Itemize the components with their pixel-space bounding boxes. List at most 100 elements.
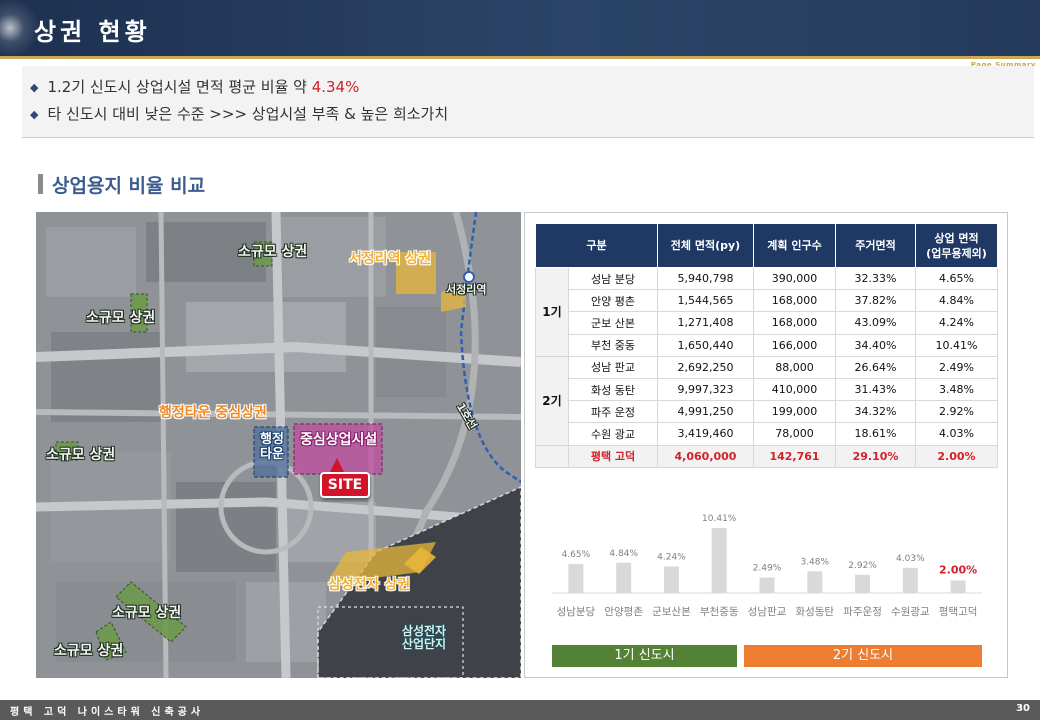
table-cell: 4.84%: [915, 289, 998, 313]
table-cell: 18.61%: [835, 422, 916, 446]
chart-data-label: 2.49%: [753, 563, 782, 573]
table-cell: 3,419,460: [657, 422, 754, 446]
chart-category-label: 성남분당: [557, 606, 596, 618]
map-label-samsung-complex: 삼성전자 산업단지: [401, 624, 447, 651]
footer-project-name: 평택 고덕 나이스타워 신축공사: [10, 707, 205, 718]
table-cell: 9,997,323: [657, 377, 754, 402]
chart-bar: [807, 571, 823, 593]
chart-data-label: 2.00%: [939, 564, 977, 577]
comparison-panel: 구분 전체 면적(py) 계획 인구수 주거면적 상업 면적 (업무용제외) 1기…: [524, 212, 1008, 678]
table-cell: 1,271,408: [657, 311, 754, 335]
table-cell: 410,000: [753, 377, 836, 402]
chart-category-label: 성남판교: [748, 606, 787, 618]
map-label-small-area-3: 소규모 상권: [46, 447, 116, 463]
map-label-haengjeong-center: 행정타운 중심상권: [159, 405, 267, 421]
map-label-haengjeong-town: 행정 타운: [260, 432, 284, 462]
diamond-bullet-icon: ◆: [30, 108, 39, 121]
summary-line-1: ◆ 1.2기 신도시 상업시설 면적 평균 비율 약 4.34%: [30, 76, 359, 97]
chart-data-label: 10.41%: [702, 514, 737, 524]
chart-category-label: 안양평촌: [604, 606, 643, 618]
table-cell: 166,000: [753, 333, 836, 357]
table-row: 부천 중동 1,650,440 166,000 34.40% 10.41%: [536, 333, 998, 357]
table-cell: 화성 동탄: [568, 377, 658, 402]
table-cell: 88,000: [753, 355, 836, 379]
chart-data-label: 2.92%: [848, 561, 877, 571]
table-cell: 평택 고덕: [568, 444, 658, 468]
map-label-samsung-area: 삼성전자 상권: [328, 577, 411, 593]
chart-data-label: 4.65%: [562, 550, 591, 560]
page-number: 30: [1016, 703, 1030, 714]
chart-category-label: 화성동탄: [795, 606, 834, 618]
table-cell: 4.03%: [915, 422, 998, 446]
table-cell: 안양 평촌: [568, 289, 658, 313]
table-cell: 29.10%: [835, 444, 916, 468]
row-group-label: 1기: [535, 267, 569, 357]
table-cell: 43.09%: [835, 311, 916, 335]
table-cell: 2.49%: [915, 355, 998, 379]
table-row: 1기 성남 분당 5,940,798 390,000 32.33% 4.65%: [535, 266, 998, 357]
summary-line-2-text: 타 신도시 대비 낮은 수준 >>> 상업시설 부족 & 높은 희소가치: [47, 105, 449, 123]
table-cell: 4.24%: [915, 311, 998, 335]
table-cell: 32.33%: [835, 266, 916, 291]
map-label-seojeong-station: 서정리역: [446, 283, 487, 296]
chart-bar: [711, 528, 727, 593]
chart-category-label: 평택고덕: [939, 606, 978, 618]
summary-line-1-text: 1.2기 신도시 상업시설 면적 평균 비율 약: [47, 78, 312, 96]
chart-bar: [855, 574, 871, 593]
table-cell: 2.00%: [915, 444, 998, 468]
table-cell: 수원 광교: [568, 422, 658, 446]
map-label-small-area-1: 소규모 상권: [238, 244, 308, 260]
table-cell: 199,000: [753, 400, 836, 424]
chart-category-label: 부천중동: [700, 606, 739, 618]
chart-data-label: 4.84%: [609, 549, 638, 559]
col-header-total-area: 전체 면적(py): [657, 223, 754, 268]
table-cell: 2.92%: [915, 400, 998, 424]
summary-line-2: ◆ 타 신도시 대비 낮은 수준 >>> 상업시설 부족 & 높은 희소가치: [30, 103, 448, 124]
commercial-area-map: 소규모 상권 서정리역 상권 서정리역 소규모 상권 행정타운 중심상권 행정 타…: [36, 212, 521, 678]
chart-bar: [568, 563, 584, 593]
map-label-small-area-2: 소규모 상권: [86, 310, 156, 326]
chart-bar: [950, 580, 966, 593]
table-cell: 4,991,250: [657, 400, 754, 424]
section-title: 상업용지 비율 비교: [52, 175, 206, 197]
chart-category-label: 수원광교: [891, 606, 930, 618]
table-cell: 성남 분당: [568, 266, 658, 291]
table-row: 화성 동탄 9,997,323 410,000 31.43% 3.48%: [536, 377, 998, 402]
legend-gen1: 1기 신도시: [552, 645, 737, 667]
col-header-category: 구분: [535, 223, 658, 268]
table-cell: [535, 444, 569, 468]
chart-data-label: 3.48%: [800, 557, 829, 567]
comparison-table: 구분 전체 면적(py) 계획 인구수 주거면적 상업 면적 (업무용제외) 1기…: [535, 223, 998, 468]
header-divider: [0, 56, 1040, 59]
table-cell: 4,060,000: [657, 444, 754, 468]
table-row: 2기 성남 판교 2,692,250 88,000 26.64% 2.49%: [535, 355, 998, 446]
table-cell: 34.40%: [835, 333, 916, 357]
table-cell: 168,000: [753, 311, 836, 335]
title-bar: 상권 현황: [0, 0, 1040, 56]
chart-bar: [663, 566, 679, 593]
map-label-small-area-4: 소규모 상권: [112, 605, 182, 621]
table-cell: 4.65%: [915, 266, 998, 291]
table-cell: 390,000: [753, 266, 836, 291]
chart-data-label: 4.24%: [657, 553, 686, 563]
chart-bar: [902, 567, 918, 593]
col-header-residential: 주거면적: [835, 223, 916, 268]
table-cell: 31.43%: [835, 377, 916, 402]
legend-gen2: 2기 신도시: [744, 645, 982, 667]
page-title: 상권 현황: [34, 18, 151, 46]
table-row-highlight: 평택 고덕 4,060,000 142,761 29.10% 2.00%: [535, 444, 998, 468]
chart-bar: [759, 577, 775, 593]
table-cell: 5,940,798: [657, 266, 754, 291]
summary-highlight: 4.34%: [311, 78, 360, 96]
map-label-central-commercial: 중심상업시설: [300, 432, 378, 448]
table-cell: 3.48%: [915, 377, 998, 402]
commercial-ratio-chart: 4.65% 성남분당 4.84% 안양평촌 4.24% 군보산본 10.41% 부천중동 2.4…: [535, 493, 998, 673]
summary-box: ◆ 1.2기 신도시 상업시설 면적 평균 비율 약 4.34% ◆ 타 신도시 대…: [22, 66, 1034, 138]
site-pointer: [330, 458, 344, 472]
table-cell: 1,650,440: [657, 333, 754, 357]
table-cell: 34.32%: [835, 400, 916, 424]
chart-category-label: 군보산본: [652, 606, 691, 618]
table-row: 파주 운정 4,991,250 199,000 34.32% 2.92%: [536, 400, 998, 424]
col-header-commercial: 상업 면적 (업무용제외): [915, 223, 998, 268]
site-badge: SITE: [320, 472, 370, 498]
